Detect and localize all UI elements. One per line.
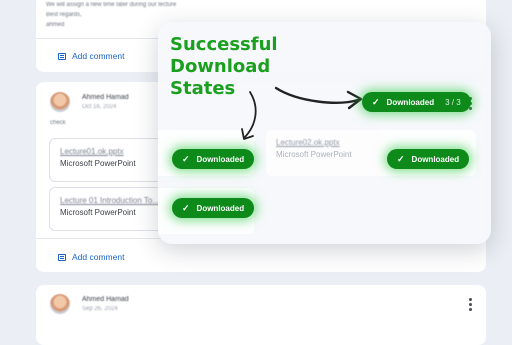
post-date: Oct 16, 2024	[82, 104, 117, 110]
attachment-title[interactable]: Lecture01.ok.pptx	[60, 147, 124, 156]
more-vert-icon[interactable]	[469, 298, 472, 311]
post-author: Ahmed Hamad	[82, 296, 129, 303]
attachment-type: Microsoft PowerPoint	[60, 208, 136, 217]
comment-icon	[58, 253, 66, 261]
check-icon: ✓	[182, 202, 190, 213]
download-status-label: Downloaded	[386, 97, 435, 107]
download-status-label: Downloaded	[411, 154, 460, 164]
download-status-pill[interactable]: ✓ Downloaded	[172, 149, 255, 169]
avatar	[50, 294, 70, 314]
add-comment-label: Add comment	[72, 51, 125, 61]
post-card-bottom: Ahmed Hamad Sep 26, 2024	[36, 285, 486, 345]
add-comment-button[interactable]: Add comment	[58, 252, 124, 262]
download-states-panel: Successful Download States Lecture02.ok.…	[158, 22, 491, 244]
comment-icon	[58, 52, 66, 60]
attachment-title[interactable]: Lecture 01 Introduction To...	[60, 196, 159, 205]
add-comment-button[interactable]: Add comment	[58, 51, 124, 61]
post-date: Sep 26, 2024	[82, 306, 118, 312]
post-text-line: Best regards,	[46, 12, 82, 18]
attachment-type: Microsoft PowerPoint	[60, 159, 136, 168]
check-icon: ✓	[397, 153, 405, 164]
download-count: 3 / 3	[445, 97, 461, 107]
post-author: Ahmed Hamad	[82, 94, 129, 101]
download-status-pill[interactable]: ✓ Downloaded	[172, 198, 255, 218]
check-icon: ✓	[182, 153, 190, 164]
add-comment-label: Add comment	[72, 252, 125, 262]
download-status-label: Downloaded	[196, 154, 245, 164]
download-status-pill[interactable]: ✓ Downloaded	[387, 149, 470, 169]
avatar	[50, 92, 70, 112]
post-text: check	[50, 120, 66, 126]
post-text-line: ahmed	[46, 22, 65, 28]
check-icon: ✓	[372, 96, 380, 107]
download-status-pill[interactable]: ✓ Downloaded 3 / 3	[362, 92, 471, 112]
download-status-label: Downloaded	[196, 203, 245, 213]
post-text-line: We will assign a new time later during o…	[46, 2, 177, 8]
